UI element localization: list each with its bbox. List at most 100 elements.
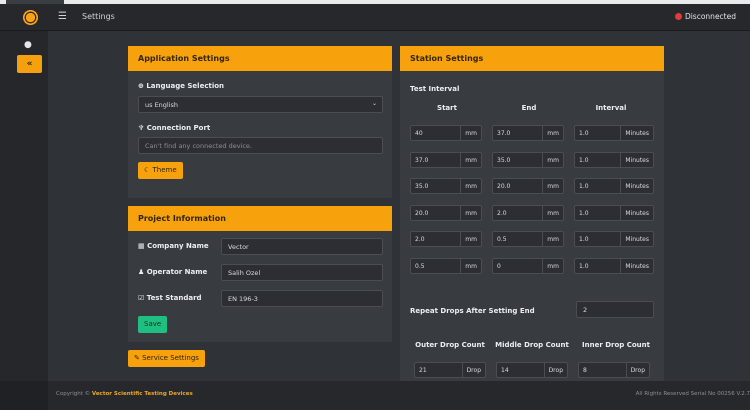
end-unit: mm [542,258,563,273]
interval-value: 1.0 [579,236,589,243]
interval-value: 1.0 [579,209,589,217]
footer-company-link[interactable]: Vector Scientific Testing Devices [92,391,193,397]
company-label: ▦ Company Name [138,242,209,250]
connection-status: Disconnected [674,12,736,21]
interval-input[interactable]: 1.0 Minutes [574,178,654,194]
footer-rights: All Rights Reserved Serial No 00256 V.2.… [635,391,750,397]
interval-unit: Minutes [620,232,653,246]
start-input[interactable]: 35.0 mm [410,178,482,194]
moon-icon: ☾ [144,166,151,174]
start-unit: mm [460,179,481,193]
start-input[interactable]: 40 mm [410,125,482,141]
interval-input[interactable]: 1.0 Minutes [574,151,654,168]
port-select[interactable]: Can't find any connected device. [138,137,383,154]
interval-value: 1.0 [579,130,589,137]
port-icon: ♆ [138,124,145,132]
company-name-input[interactable]: Vector [221,238,383,255]
interval-input[interactable]: 1.0 Minutes [574,231,654,247]
end-value: 2.0 [497,209,507,217]
operator-label: ♟ Operator Name [138,268,208,276]
repeat-drops-label: Repeat Drops After Setting End [410,307,535,315]
start-input[interactable]: 20.0 mm [410,204,482,221]
logo-icon[interactable] [22,9,39,26]
end-unit: mm [542,126,563,140]
start-unit: mm [460,205,481,220]
end-input[interactable]: 0 mm [492,257,564,274]
interval-unit: Minutes [620,152,653,167]
outer-drop-count-input[interactable]: 21 Drop [414,362,486,378]
save-button[interactable]: Save [138,316,168,333]
outer-drop-count-label: Outer Drop Count [415,341,485,349]
test-interval-title: Test Interval [410,85,460,93]
wrench-icon: ✎ [134,354,140,362]
footer: Copyright © Vector Scientific Testing De… [48,381,750,410]
theme-button[interactable]: ☾ Theme [138,162,183,179]
interval-unit: Minutes [620,126,653,140]
interval-value: 1.0 [579,183,589,190]
start-unit: mm [460,152,481,167]
middle-drop-count-label: Middle Drop Count [495,341,569,349]
service-settings-button[interactable]: ✎ Service Settings [128,350,205,367]
start-value: 40 [415,130,423,137]
repeat-drops-input[interactable]: 2 [576,301,654,318]
start-value: 35.0 [415,183,429,190]
start-input[interactable]: 2.0 mm [410,231,482,247]
start-value: 20.0 [415,209,429,217]
dashboard-icon[interactable]: ● [24,40,35,50]
menu-icon[interactable]: ☰ [58,11,68,23]
end-input[interactable]: 0.5 mm [492,231,564,247]
end-unit: mm [542,205,563,220]
main-content: Application Settings ⊕ Language Selectio… [48,31,750,381]
port-label: ♆ Connection Port [138,124,211,132]
end-unit: mm [542,179,563,193]
interval-value: 1.0 [579,156,589,164]
station-settings-header: Station Settings [400,46,664,71]
start-value: 37.0 [415,156,429,164]
test-standard-input[interactable]: EN 196-3 [221,290,383,307]
start-unit: mm [460,126,481,140]
standard-label: ☑ Test Standard [138,294,202,302]
end-column-header: End [521,104,537,112]
start-unit: mm [460,232,481,246]
middle-drop-count-input[interactable]: 14 Drop [496,362,568,378]
interval-column-header: Interval [595,104,627,112]
end-value: 37.0 [497,130,511,137]
start-unit: mm [460,258,481,273]
start-column-header: Start [437,104,457,112]
top-navbar: ☰ Settings Disconnected [0,4,750,31]
globe-icon: ⊕ [138,82,144,90]
end-value: 0 [497,262,501,270]
end-value: 0.5 [497,236,507,243]
end-unit: mm [542,152,563,167]
settings-nav-icon[interactable]: « [17,55,42,73]
end-unit: mm [542,232,563,246]
language-select[interactable]: us English ⌄ [138,96,383,113]
interval-input[interactable]: 1.0 Minutes [574,257,654,274]
end-input[interactable]: 35.0 mm [492,151,564,168]
checkbox-icon: ☑ [138,294,145,302]
interval-unit: Minutes [620,258,653,273]
end-input[interactable]: 20.0 mm [492,178,564,194]
start-input[interactable]: 0.5 mm [410,257,482,274]
status-text: Disconnected [684,12,736,21]
station-settings-card: Station Settings Test Interval Start End… [400,46,664,381]
inner-drop-count-label: Inner Drop Count [582,341,650,349]
operator-name-input[interactable]: Salih Ozel [221,264,383,281]
interval-input[interactable]: 1.0 Minutes [574,204,654,221]
end-value: 20.0 [497,183,511,190]
start-value: 0.5 [415,262,425,270]
application-settings-header: Application Settings [128,46,392,71]
project-information-card: Project Information ▦ Company Name Vecto… [128,206,392,342]
building-icon: ▦ [138,242,145,250]
start-input[interactable]: 37.0 mm [410,151,482,168]
project-information-header: Project Information [128,206,392,231]
end-value: 35.0 [497,156,511,164]
interval-input[interactable]: 1.0 Minutes [574,125,654,141]
footer-copyright: Copyright © Vector Scientific Testing De… [56,391,193,397]
language-label: ⊕ Language Selection [138,82,225,90]
interval-unit: Minutes [620,179,653,193]
end-input[interactable]: 2.0 mm [492,204,564,221]
end-input[interactable]: 37.0 mm [492,125,564,141]
inner-drop-count-input[interactable]: 8 Drop [578,362,650,378]
interval-unit: Minutes [620,205,653,220]
